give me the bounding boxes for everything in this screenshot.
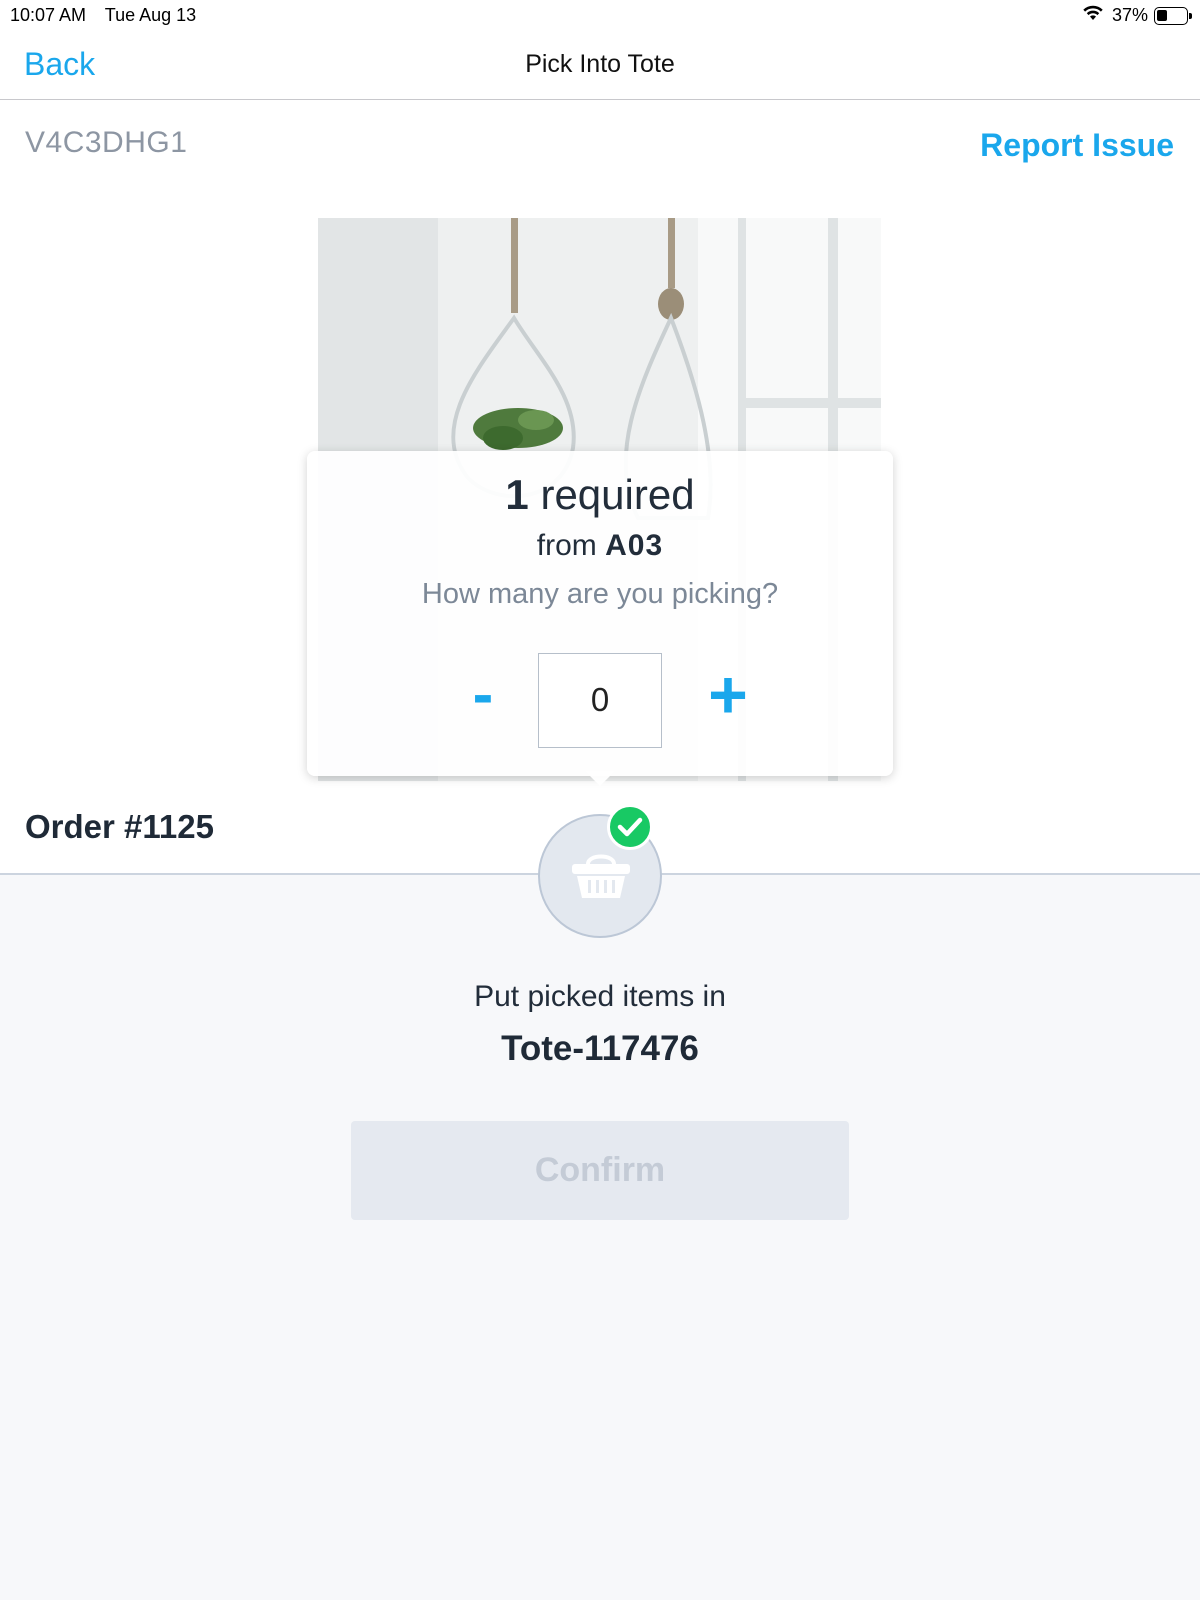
pick-into-tote-screen: 10:07 AM Tue Aug 13 37% Back Pick Into T… (0, 0, 1200, 1600)
tote-id: Tote-117476 (501, 1029, 699, 1068)
from-label: from (536, 529, 597, 562)
increment-button[interactable]: + (693, 655, 763, 735)
confirm-button[interactable]: Confirm (351, 1121, 849, 1220)
status-date: Tue Aug 13 (104, 5, 197, 25)
status-bar-left: 10:07 AM Tue Aug 13 (10, 5, 210, 26)
required-label: required (540, 471, 695, 518)
item-sku: V4C3DHG1 (25, 126, 188, 159)
pick-question: How many are you picking? (421, 578, 779, 610)
report-issue-button[interactable]: Report Issue (980, 127, 1174, 164)
wifi-icon (1082, 5, 1104, 26)
navigation-bar: Back Pick Into Tote (0, 32, 1200, 100)
battery-fill (1157, 9, 1167, 21)
battery-percent: 37% (1111, 5, 1148, 25)
tote-instruction: Put picked items in (474, 980, 726, 1013)
quantity-input[interactable]: 0 (538, 653, 662, 748)
order-number: Order #1125 (25, 808, 214, 845)
required-quantity: 1 required (307, 471, 893, 519)
status-time: 10:07 AM (10, 5, 87, 25)
location-code: A03 (605, 529, 664, 562)
status-bar: 10:07 AM Tue Aug 13 37% (0, 0, 1200, 32)
battery-icon (1154, 6, 1192, 25)
quantity-stepper: - 0 + (307, 651, 893, 748)
decrement-button[interactable]: - (453, 655, 513, 735)
basket-icon (572, 854, 630, 898)
check-icon (607, 804, 653, 850)
pick-location: from A03 (307, 529, 893, 563)
pick-quantity-popover: 1 required from A03 How many are you pic… (307, 451, 893, 776)
battery-tip (1189, 12, 1192, 19)
page-title: Pick Into Tote (525, 50, 675, 78)
popover-arrow (585, 771, 615, 786)
required-count: 1 (505, 471, 529, 518)
status-bar-right: 37% (1082, 5, 1192, 26)
